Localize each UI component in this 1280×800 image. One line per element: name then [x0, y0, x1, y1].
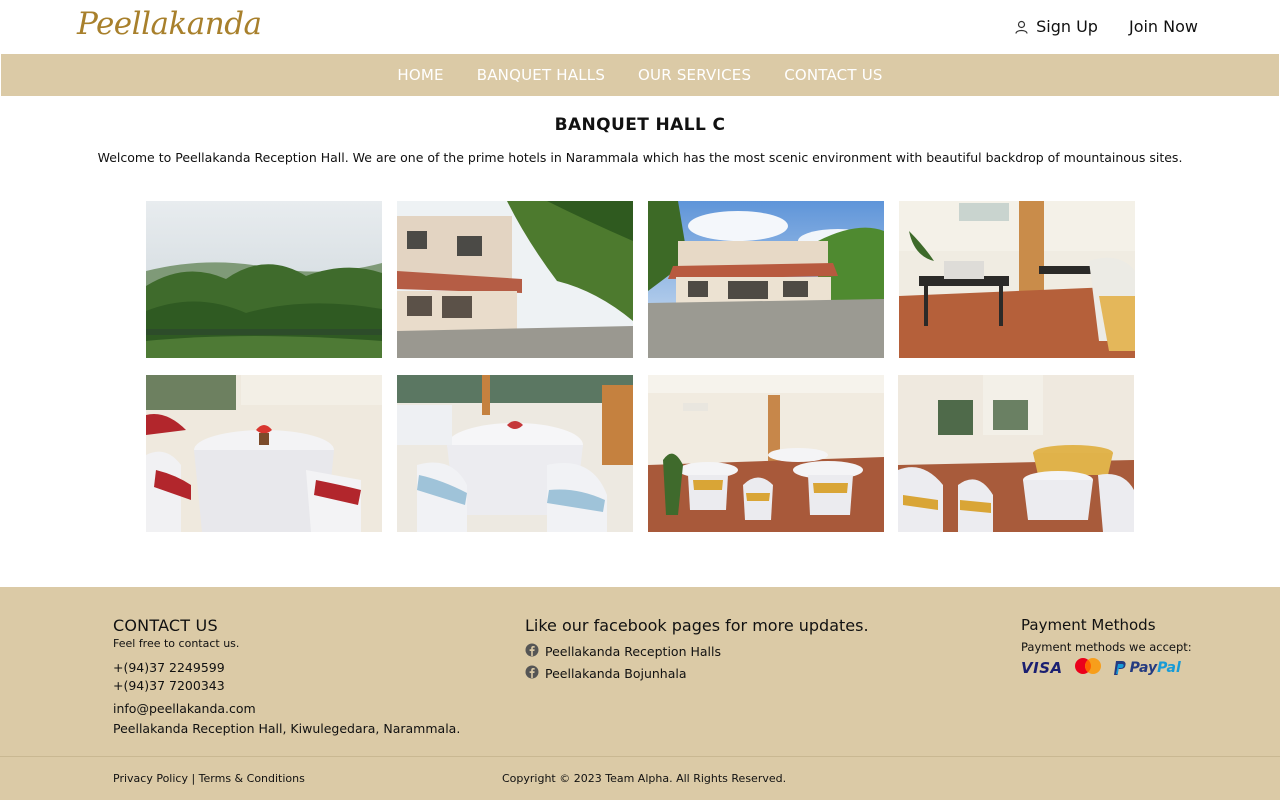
- photo-building-exterior-left[interactable]: [397, 201, 633, 358]
- facebook-heading: Like our facebook pages for more updates…: [525, 616, 869, 635]
- facebook-icon: [525, 665, 539, 682]
- nav-our-services[interactable]: OUR SERVICES: [638, 66, 751, 84]
- paypal-logo: Pay Pal: [1113, 660, 1181, 676]
- footer-facebook: Like our facebook pages for more updates…: [525, 616, 869, 682]
- paypal-pal-text: Pal: [1157, 660, 1181, 676]
- phone-2[interactable]: +(94)37 7200343: [113, 678, 460, 693]
- photo-building-exterior-front[interactable]: [648, 201, 884, 358]
- photo-hall-wide-gold-sashes[interactable]: [648, 375, 884, 532]
- nav-contact-us[interactable]: CONTACT US: [784, 66, 882, 84]
- nav-home[interactable]: HOME: [397, 66, 443, 84]
- address: Peellakanda Reception Hall, Kiwulegedara…: [113, 721, 461, 736]
- footer-divider: [0, 756, 1280, 757]
- facebook-icon: [525, 643, 539, 660]
- contact-subtext: Feel free to contact us.: [113, 637, 240, 650]
- join-now-link[interactable]: Join Now: [1129, 17, 1198, 36]
- auth-links: Sign Up Join Now: [1015, 17, 1198, 36]
- nav-banquet-halls[interactable]: BANQUET HALLS: [477, 66, 605, 84]
- payment-subtext: Payment methods we accept:: [1021, 640, 1192, 654]
- photo-tables-red-sashes[interactable]: [146, 375, 382, 532]
- legal-separator: |: [187, 772, 199, 785]
- sign-up-label: Sign Up: [1036, 17, 1098, 36]
- legal-links: Privacy Policy | Terms & Conditions: [113, 772, 305, 785]
- intro-text: Welcome to Peellakanda Reception Hall. W…: [97, 150, 1183, 165]
- privacy-policy-link[interactable]: Privacy Policy: [113, 772, 188, 785]
- facebook-link-bojunhala[interactable]: Peellakanda Bojunhala: [525, 665, 869, 682]
- photo-hall-gold-sashes[interactable]: [898, 375, 1134, 532]
- sign-up-link[interactable]: Sign Up: [1015, 17, 1098, 36]
- copyright: Copyright © 2023 Team Alpha. All Rights …: [502, 772, 787, 785]
- site-logo[interactable]: Peellakanda: [77, 6, 262, 42]
- facebook-link-label: Peellakanda Bojunhala: [545, 666, 687, 681]
- site-footer: CONTACT US Feel free to contact us. +(94…: [0, 587, 1280, 800]
- facebook-link-label: Peellakanda Reception Halls: [545, 644, 721, 659]
- page-title: BANQUET HALL C: [554, 115, 726, 135]
- photo-mountain-view[interactable]: [146, 201, 382, 358]
- payment-heading: Payment Methods: [1021, 616, 1156, 634]
- phone-1[interactable]: +(94)37 2249599: [113, 660, 460, 675]
- footer-contact: CONTACT US Feel free to contact us. +(94…: [113, 616, 460, 736]
- footer-payment: Payment Methods Payment methods we accep…: [1021, 616, 1192, 679]
- facebook-link-reception-halls[interactable]: Peellakanda Reception Halls: [525, 643, 869, 660]
- contact-heading: CONTACT US: [113, 616, 218, 635]
- email-link[interactable]: info@peellakanda.com: [113, 701, 460, 716]
- user-icon: [1015, 20, 1028, 34]
- photo-tables-blue-sashes[interactable]: [397, 375, 633, 532]
- mastercard-logo: [1073, 657, 1103, 679]
- photo-buffet-hall[interactable]: [899, 201, 1135, 358]
- terms-link[interactable]: Terms & Conditions: [199, 772, 305, 785]
- site-header: Peellakanda Sign Up Join Now: [0, 0, 1280, 54]
- visa-logo: VISA: [1021, 659, 1063, 677]
- main-nav: HOME BANQUET HALLS OUR SERVICES CONTACT …: [1, 54, 1279, 96]
- payment-cards: VISA Pay Pal: [1021, 657, 1192, 679]
- paypal-pay-text: Pay: [1129, 660, 1158, 676]
